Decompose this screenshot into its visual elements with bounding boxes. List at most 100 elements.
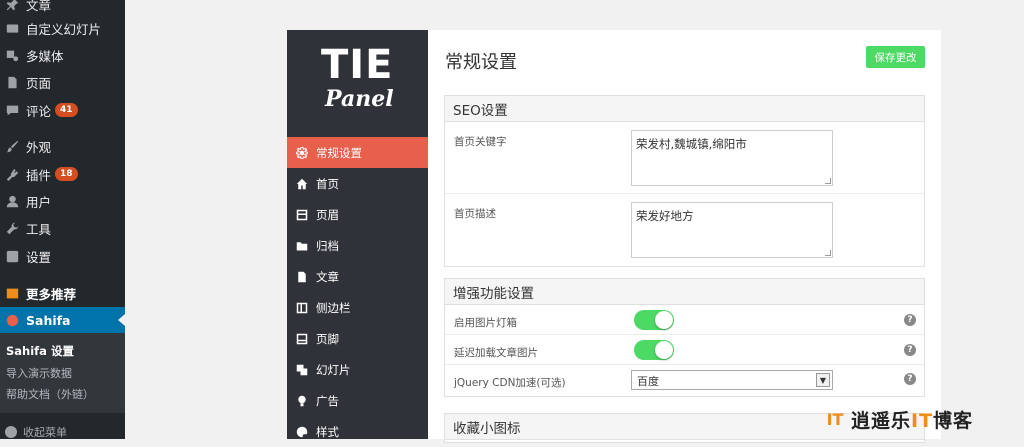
resize-grip-icon[interactable] [825, 250, 831, 256]
lazyload-label: 延迟加载文章图片 [454, 347, 538, 359]
collapse-menu-button[interactable]: 收起菜单 [0, 424, 125, 440]
box-title: SEO设置 [445, 96, 924, 122]
wp-menu-tools[interactable]: 工具 [0, 215, 125, 241]
info-icon [5, 313, 19, 327]
header-icon [295, 208, 308, 221]
slides-icon [5, 21, 19, 35]
panel-menu-general[interactable]: 常规设置 [287, 137, 428, 168]
sahifa-submenu: Sahifa 设置 导入演示数据 帮助文档（外链） [0, 333, 125, 413]
wp-menu-label: 设置 [26, 249, 52, 265]
panel-menu-ads[interactable]: 广告 [287, 385, 428, 416]
panel-menu-sidebar[interactable]: 侧边栏 [287, 292, 428, 323]
logo-panel-text: Panel [325, 86, 394, 112]
panel-menu-label: 页眉 [316, 207, 339, 222]
wp-menu-custom-slides[interactable]: 自定义幻灯片 [0, 15, 125, 41]
description-textarea[interactable]: 荣发好地方 [631, 202, 833, 258]
panel-menu-label: 广告 [316, 393, 339, 408]
folder-icon [295, 239, 308, 252]
panel-main: 常规设置 保存更改 SEO设置 首页关键字 荣发村,魏城镇,绵阳市 首页描述 荣… [428, 30, 941, 443]
wp-menu-label: 用户 [26, 194, 52, 210]
wp-menu-label: Sahifa [26, 312, 71, 328]
panel-menu-slideshow[interactable]: 幻灯片 [287, 354, 428, 385]
wp-menu-label: 更多推荐 [26, 286, 77, 302]
save-button[interactable]: 保存更改 [866, 46, 925, 68]
panel-menu-header[interactable]: 页眉 [287, 199, 428, 230]
panel-menu-label: 样式 [316, 424, 339, 439]
wp-menu-label: 文章 [26, 0, 52, 13]
description-value: 荣发好地方 [636, 209, 694, 223]
keywords-textarea[interactable]: 荣发村,魏城镇,绵阳市 [631, 130, 833, 186]
footer-icon [295, 332, 308, 345]
sidebar-icon [295, 301, 308, 314]
help-icon[interactable]: ? [904, 373, 916, 385]
tie-panel-logo: TIE Panel [317, 42, 397, 122]
help-icon[interactable]: ? [904, 344, 916, 356]
wp-menu-label: 插件 [26, 167, 52, 183]
wp-menu-appearance[interactable]: 外观 [0, 133, 125, 159]
box-title: 增强功能设置 [445, 279, 924, 305]
collapse-label: 收起菜单 [23, 426, 67, 439]
wp-menu-media[interactable]: 多媒体 [0, 42, 125, 68]
panel-menu-label: 幻灯片 [316, 362, 351, 377]
watermark-text-it: IT [911, 409, 934, 432]
brush-icon [5, 139, 19, 153]
wp-admin-sidebar: 文章 自定义幻灯片 多媒体 页面 评论 41 外观 插件 18 用户 工具 设置… [0, 0, 125, 439]
active-arrow-icon [118, 314, 125, 326]
cdn-selected-value: 百度 [637, 375, 659, 388]
lightbox-label: 启用图片灯箱 [454, 317, 517, 329]
panel-menu-label: 归档 [316, 238, 339, 253]
description-row: 首页描述 荣发好地方 [445, 194, 924, 266]
watermark-text-1: 逍遥乐 [851, 409, 912, 432]
lightbox-row: 启用图片灯箱 ? [445, 305, 924, 335]
toggle-knob [655, 341, 673, 359]
cdn-select[interactable]: 百度 ▼ [631, 370, 833, 390]
watermark-logo: IT [826, 409, 844, 429]
media-icon [5, 48, 19, 62]
wp-menu-users[interactable]: 用户 [0, 188, 125, 214]
settings-icon [5, 249, 19, 263]
panel-menu-footer[interactable]: 页脚 [287, 323, 428, 354]
submenu-help-docs[interactable]: 帮助文档（外链） [6, 386, 94, 402]
help-icon[interactable]: ? [904, 314, 916, 326]
document-icon [295, 270, 308, 283]
wp-menu-label: 外观 [26, 139, 52, 155]
watermark-text-2: 博客 [933, 409, 974, 432]
palette-icon [295, 425, 308, 438]
wp-menu-more[interactable]: 更多推荐 [0, 280, 125, 306]
keywords-value: 荣发村,魏城镇,绵阳市 [636, 137, 747, 151]
wp-menu-pages[interactable]: 页面 [0, 69, 125, 95]
submenu-import-demo[interactable]: 导入演示数据 [6, 365, 72, 381]
wrench-icon [5, 221, 19, 235]
page-icon [5, 75, 19, 89]
gear-icon [295, 146, 308, 159]
toggle-knob [655, 311, 673, 329]
wp-menu-label: 工具 [26, 221, 52, 237]
panel-menu-style[interactable]: 样式 [287, 416, 428, 447]
panel-sidebar: TIE Panel 常规设置 首页 页眉 归档 文章 侧边栏 页脚 幻灯片 广告… [287, 30, 428, 439]
keywords-row: 首页关键字 荣发村,魏城镇,绵阳市 [445, 122, 924, 194]
page-title: 常规设置 [445, 52, 517, 73]
enhance-settings-box: 增强功能设置 启用图片灯箱 ? 延迟加载文章图片 ? jQuery CDN加速(… [444, 278, 925, 397]
wp-menu-label: 评论 [26, 103, 52, 119]
panel-menu-archive[interactable]: 归档 [287, 230, 428, 261]
lazyload-toggle[interactable] [634, 340, 674, 360]
resize-grip-icon[interactable] [825, 178, 831, 184]
panel-menu-home[interactable]: 首页 [287, 168, 428, 199]
comment-count-badge: 41 [55, 103, 78, 117]
lightbox-toggle[interactable] [634, 310, 674, 330]
cdn-label: jQuery CDN加速(可选) [454, 377, 566, 389]
wp-menu-comments[interactable]: 评论 41 [0, 97, 125, 123]
panel-menu-label: 侧边栏 [316, 300, 351, 315]
home-icon [295, 177, 308, 190]
logo-tie-text: TIE [321, 42, 394, 88]
tie-panel: TIE Panel 常规设置 首页 页眉 归档 文章 侧边栏 页脚 幻灯片 广告… [287, 30, 941, 443]
panel-menu-label: 常规设置 [316, 145, 362, 160]
panel-menu-article[interactable]: 文章 [287, 261, 428, 292]
wp-menu-sahifa[interactable]: Sahifa [0, 307, 125, 333]
wp-menu-plugins[interactable]: 插件 18 [0, 161, 125, 187]
wp-menu-settings[interactable]: 设置 [0, 243, 125, 269]
bulb-icon [295, 394, 308, 407]
submenu-sahifa-settings[interactable]: Sahifa 设置 [6, 343, 74, 359]
slideshow-icon [295, 363, 308, 376]
chevron-down-icon[interactable]: ▼ [816, 373, 830, 387]
